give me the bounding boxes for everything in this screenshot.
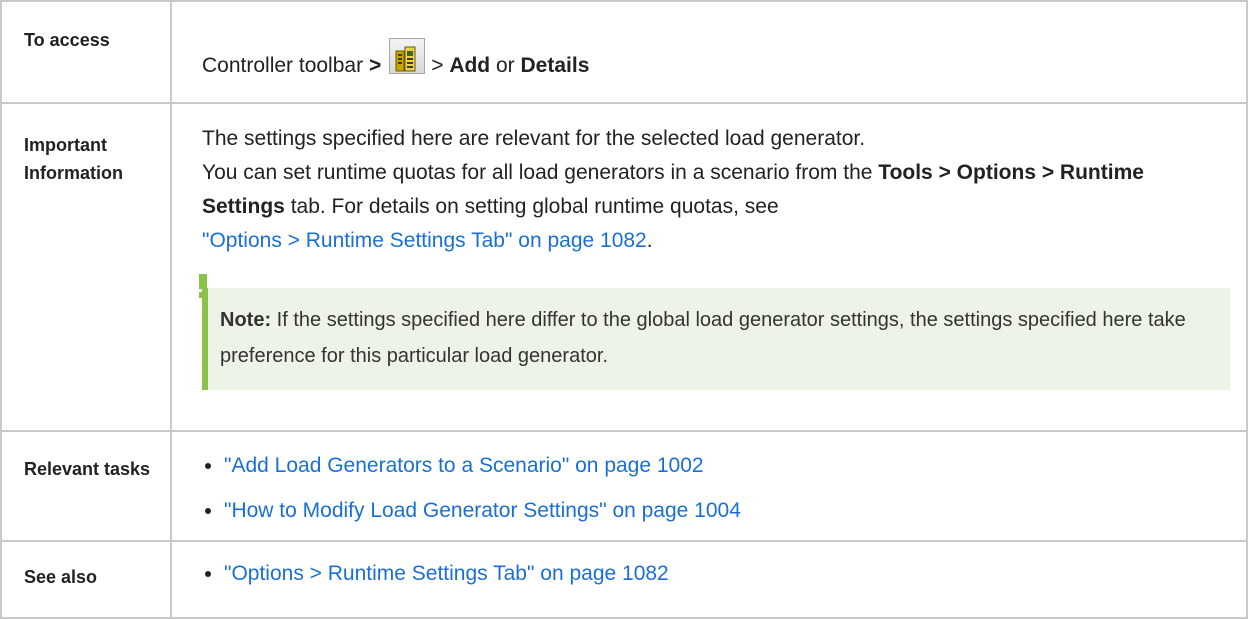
access-prefix: Controller toolbar bbox=[202, 54, 364, 77]
access-add: Add bbox=[449, 54, 491, 77]
row-content-important-information: The settings specified here are relevant… bbox=[170, 102, 1248, 432]
info-period: . bbox=[646, 229, 653, 252]
row-to-access: To access Controller toolbar > > Add or … bbox=[0, 0, 1248, 104]
row-label-see-also: See also bbox=[0, 540, 172, 619]
row-label-to-access: To access bbox=[0, 0, 172, 104]
load-generators-icon bbox=[389, 38, 426, 74]
info-line-2-prefix: You can set runtime quotas for all load … bbox=[202, 161, 873, 184]
see-also-list: "Options > Runtime Settings Tab" on page… bbox=[202, 558, 1230, 590]
runtime-settings-link[interactable]: "Options > Runtime Settings Tab" on page… bbox=[202, 229, 647, 252]
row-content-see-also: "Options > Runtime Settings Tab" on page… bbox=[170, 540, 1248, 619]
access-details: Details bbox=[520, 54, 590, 77]
task-link-add-load-generators[interactable]: "Add Load Generators to a Scenario" on p… bbox=[224, 454, 704, 477]
note-box: Note: If the settings specified here dif… bbox=[199, 274, 1230, 390]
note-icon bbox=[199, 274, 207, 298]
tasks-list: "Add Load Generators to a Scenario" on p… bbox=[202, 450, 1230, 527]
note-label: Note: bbox=[220, 309, 272, 331]
info-paragraph: The settings specified here are relevant… bbox=[202, 122, 1230, 258]
row-label-relevant-tasks: Relevant tasks bbox=[0, 430, 172, 542]
row-label-important-information: Important Information bbox=[0, 102, 172, 432]
see-also-link-runtime-settings[interactable]: "Options > Runtime Settings Tab" on page… bbox=[224, 562, 669, 585]
access-separator: > bbox=[368, 54, 382, 77]
task-link-modify-settings[interactable]: "How to Modify Load Generator Settings" … bbox=[224, 499, 741, 522]
info-table: To access Controller toolbar > > Add or … bbox=[0, 0, 1248, 619]
row-see-also: See also "Options > Runtime Settings Tab… bbox=[0, 540, 1248, 619]
note-text: If the settings specified here differ to… bbox=[220, 309, 1186, 367]
access-or: or bbox=[495, 54, 515, 77]
row-relevant-tasks: Relevant tasks "Add Load Generators to a… bbox=[0, 430, 1248, 542]
row-content-relevant-tasks: "Add Load Generators to a Scenario" on p… bbox=[170, 430, 1248, 542]
row-content-to-access: Controller toolbar > > Add or Details bbox=[170, 0, 1248, 104]
info-line-1: The settings specified here are relevant… bbox=[202, 127, 866, 150]
access-path: Controller toolbar > > Add or Details bbox=[202, 38, 1230, 84]
access-separator-2: > bbox=[431, 54, 444, 77]
list-item: "Add Load Generators to a Scenario" on p… bbox=[224, 450, 1230, 482]
row-important-information: Important Information The settings speci… bbox=[0, 102, 1248, 432]
info-line-2-suffix: tab. For details on setting global runti… bbox=[290, 195, 779, 218]
list-item: "How to Modify Load Generator Settings" … bbox=[224, 495, 1230, 527]
list-item: "Options > Runtime Settings Tab" on page… bbox=[224, 558, 1230, 590]
